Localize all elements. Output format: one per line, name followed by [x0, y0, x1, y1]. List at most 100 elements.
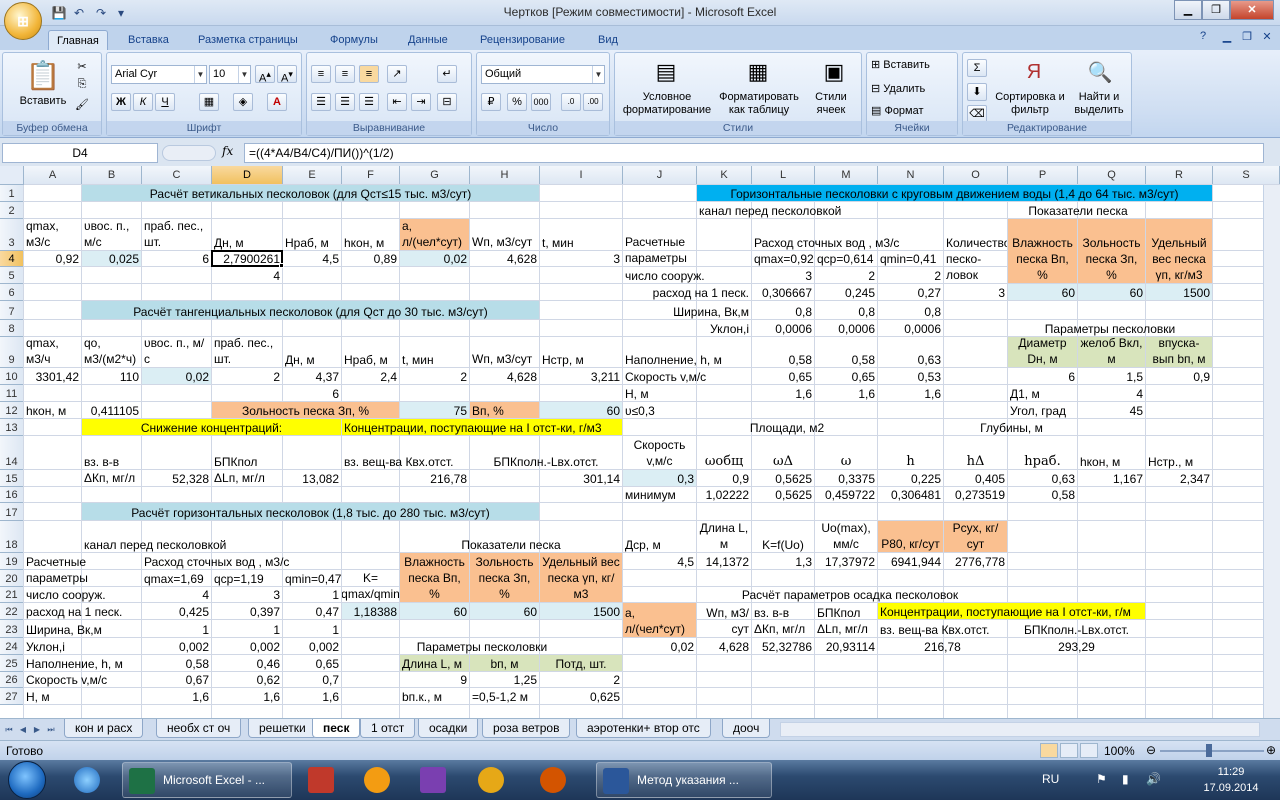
cell-a19[interactable]: Расчетные параметры — [24, 553, 141, 586]
ribbon-restore-icon[interactable]: ❐ — [1240, 30, 1254, 43]
cell-c20[interactable]: qmax=1,69 — [142, 570, 211, 586]
font-color-icon[interactable]: A — [267, 93, 287, 111]
cell-c3[interactable]: праб. пес., шт. — [142, 219, 211, 250]
volume-icon[interactable]: 🔊 — [1146, 772, 1161, 786]
cell-m22[interactable]: БПКпол ΔLп, мг/л — [815, 603, 877, 637]
format-painter-icon[interactable]: 🖌 — [73, 95, 91, 113]
column-header-b[interactable]: B — [82, 166, 142, 185]
app-taskbar-icon-4[interactable] — [466, 762, 518, 798]
cell-f22[interactable]: 1,18388 — [342, 603, 399, 619]
align-middle-icon[interactable]: ≡ — [335, 65, 355, 83]
cell-h25[interactable]: bп, м — [470, 655, 539, 671]
cell-k18[interactable]: Длина L, м — [697, 521, 751, 552]
align-right-icon[interactable]: ☰ — [359, 93, 379, 111]
cell-g18[interactable]: Показатели песка — [400, 521, 622, 552]
cell-n9[interactable]: 0,63 — [878, 337, 943, 367]
number-format-select[interactable]: Общий ▼ — [481, 65, 605, 84]
column-header-j[interactable]: J — [623, 166, 697, 185]
cell-h12[interactable]: Вп, % — [470, 402, 539, 418]
row-header-15[interactable]: 15 — [0, 470, 24, 487]
cell-j21[interactable]: Расчёт параметров осадка песколовок — [623, 587, 1077, 602]
cell-i27[interactable]: 0,625 — [540, 688, 622, 704]
cell-f10[interactable]: 2,4 — [342, 368, 399, 384]
cell-j22[interactable]: a, л/(чел*сут) — [623, 603, 696, 637]
cell-e25[interactable]: 0,65 — [283, 655, 341, 671]
tab-review[interactable]: Рецензирование — [472, 30, 573, 50]
cell-e27[interactable]: 1,6 — [283, 688, 341, 704]
row-header-9[interactable]: 9 — [0, 337, 24, 368]
clock[interactable]: 11:29 17.09.2014 — [1196, 764, 1266, 796]
cell-r9[interactable]: впуска-вып bп, м — [1146, 337, 1212, 367]
cell-j18[interactable]: Дср, м — [623, 521, 696, 552]
conditional-format-button[interactable]: Условное форматирование — [617, 91, 717, 117]
cell-i12[interactable]: 60 — [540, 402, 622, 418]
cell-g12[interactable]: 75 — [400, 402, 469, 418]
cell-k24[interactable]: 4,628 — [697, 638, 751, 654]
font-name-select[interactable]: Arial Cyr ▼ — [111, 65, 207, 84]
cell-j16[interactable]: минимум — [623, 487, 696, 502]
cell-p12[interactable]: Угол, град — [1008, 402, 1077, 418]
borders-icon[interactable]: ▦ — [199, 93, 219, 111]
cell-a21[interactable]: число сооруж. — [24, 587, 141, 602]
shrink-font-button[interactable]: A▾ — [277, 65, 297, 85]
cell-d25[interactable]: 0,46 — [212, 655, 282, 671]
cell-o3[interactable]: Количество песко-ловок — [944, 219, 1007, 283]
cell-h26[interactable]: 1,25 — [470, 672, 539, 687]
cell-q11[interactable]: 4 — [1078, 385, 1145, 401]
cell-k13[interactable]: Площади, м2 — [697, 419, 877, 435]
cell-c19[interactable]: Расход сточных вод , м3/с — [142, 553, 341, 569]
cell-d12[interactable]: Зольность песка Зп, % — [212, 402, 399, 418]
page-layout-view-button[interactable] — [1060, 743, 1078, 758]
cell-h3[interactable]: Wп, м3/сут — [470, 219, 539, 250]
page-break-view-button[interactable] — [1080, 743, 1098, 758]
start-button[interactable] — [8, 761, 46, 799]
cell-d9[interactable]: праб. пес., шт. — [212, 337, 282, 367]
insert-function-icon[interactable]: fx — [222, 144, 240, 158]
ribbon-close-icon[interactable]: ✕ — [1260, 30, 1274, 43]
cell-d23[interactable]: 1 — [212, 620, 282, 637]
bold-button[interactable]: Ж — [111, 93, 131, 111]
cell-q15[interactable]: 1,167 — [1078, 470, 1145, 486]
column-header-m[interactable]: M — [815, 166, 878, 185]
cell-f14[interactable]: вз. вещ-ва Квх.отст. — [342, 436, 469, 469]
cell-p15[interactable]: 0,63 — [1008, 470, 1077, 486]
row-header-26[interactable]: 26 — [0, 672, 24, 688]
cell-b3[interactable]: υвос. п., м/с — [82, 219, 141, 250]
cell-n7[interactable]: 0,8 — [878, 301, 943, 319]
cell-l9[interactable]: 0,58 — [752, 337, 814, 367]
cell-e15[interactable]: 13,082 — [283, 470, 341, 486]
align-left-icon[interactable]: ☰ — [311, 93, 331, 111]
cell-b1[interactable]: Расчёт ветикальных песколовок (для Qст≤1… — [82, 185, 539, 201]
cell-n22[interactable]: Концентрации, поступающие на I отст-ки, … — [878, 603, 1145, 619]
cell-a24[interactable]: Уклон,i — [24, 638, 141, 654]
cut-icon[interactable]: ✂ — [73, 57, 91, 75]
row-header-7[interactable]: 7 — [0, 301, 24, 320]
cell-q9[interactable]: желоб Вкл, м — [1078, 337, 1145, 367]
cell-n24[interactable]: 216,78 — [878, 638, 1007, 654]
prev-sheet-icon[interactable]: ◀ — [16, 722, 30, 737]
cell-q6[interactable]: 60 — [1078, 284, 1145, 300]
cell-i15[interactable]: 301,14 — [540, 470, 622, 486]
cell-c27[interactable]: 1,6 — [142, 688, 211, 704]
cell-styles-button[interactable]: Стили ячеек — [805, 91, 857, 117]
copy-icon[interactable]: ⎘ — [73, 75, 91, 93]
vertical-scrollbar[interactable] — [1263, 185, 1280, 718]
cell-n8[interactable]: 0,0006 — [878, 320, 943, 336]
cell-r6[interactable]: 1500 — [1146, 284, 1212, 300]
cell-n18[interactable]: Р80, кг/сут — [878, 521, 943, 552]
cell-b7[interactable]: Расчёт тангенциальных песколовок (для Qс… — [82, 301, 539, 319]
cell-c23[interactable]: 1 — [142, 620, 211, 637]
last-sheet-icon[interactable]: ⏭ — [44, 722, 58, 737]
sheet-tab-6[interactable]: роза ветров — [482, 719, 571, 738]
cell-n19[interactable]: 6941,944 — [878, 553, 943, 569]
cell-i10[interactable]: 3,211 — [540, 368, 622, 384]
cell-j5[interactable]: число сооруж. — [623, 267, 751, 283]
cell-l6[interactable]: 0,306667 — [752, 284, 814, 300]
cell-p6[interactable]: 60 — [1008, 284, 1077, 300]
cell-l15[interactable]: 0,5625 — [752, 470, 814, 486]
cell-e23[interactable]: 1 — [283, 620, 341, 637]
word-taskbar-button[interactable]: Метод указания ... — [596, 762, 772, 798]
cell-d4[interactable]: 2,7900261 — [212, 251, 282, 266]
cell-d21[interactable]: 3 — [212, 587, 282, 602]
cell-m18[interactable]: Uo(max), мм/с — [815, 521, 877, 552]
